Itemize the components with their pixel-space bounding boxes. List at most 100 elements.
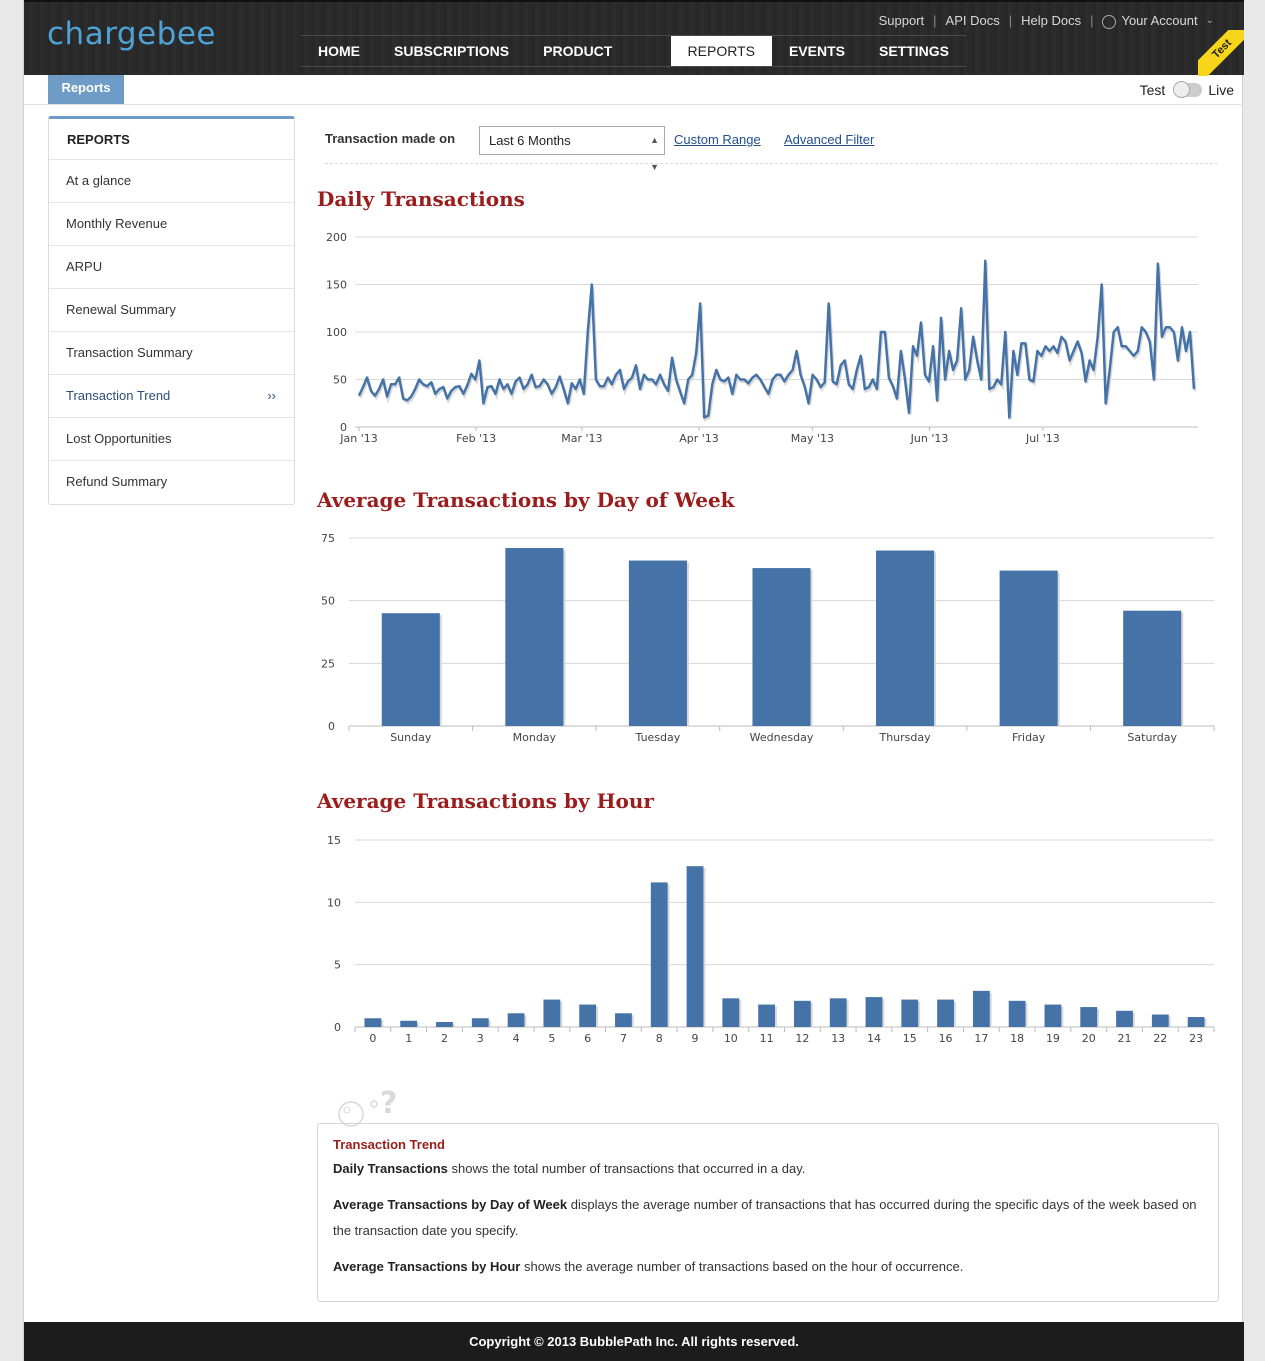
x-tick-label: Apr '13 [679, 432, 719, 445]
x-tick-label: Monday [513, 731, 557, 744]
bar [436, 1022, 453, 1027]
x-tick-label: 18 [1010, 1032, 1024, 1045]
y-tick-label: 200 [326, 231, 347, 244]
x-tick-label: 12 [795, 1032, 809, 1045]
top-links: Support | API Docs | Help Docs | Your Ac… [879, 13, 1214, 29]
x-tick-label: 17 [974, 1032, 988, 1045]
weekday-chart-title: Average Transactions by Day of Week [317, 488, 735, 512]
x-tick-label: 11 [760, 1032, 774, 1045]
bar [722, 998, 740, 1027]
help-paragraph-hourly: Average Transactions by Hour shows the a… [333, 1254, 1203, 1280]
y-tick-label: 150 [326, 279, 347, 292]
bar [400, 1020, 418, 1027]
support-link[interactable]: Support [879, 13, 925, 28]
x-tick-label: 22 [1153, 1032, 1167, 1045]
nav-settings[interactable]: SETTINGS [862, 36, 966, 66]
bar [999, 570, 1058, 726]
x-tick-label: Friday [1012, 731, 1046, 744]
x-tick-label: Sunday [390, 731, 432, 744]
x-tick-label: 6 [584, 1032, 591, 1045]
your-account-link[interactable]: Your Account [1121, 13, 1197, 28]
x-tick-label: 23 [1189, 1032, 1203, 1045]
sidebar-item-at-a-glance[interactable]: At a glance [49, 160, 294, 203]
sidebar-item-refund-summary[interactable]: Refund Summary [49, 461, 294, 504]
x-tick-label: 2 [441, 1032, 448, 1045]
help-text: shows the total number of transactions t… [447, 1161, 806, 1176]
nav-reports[interactable]: REPORTS [670, 36, 772, 66]
y-tick-label: 50 [333, 374, 347, 387]
bar [1044, 1004, 1062, 1027]
live-mode-label: Live [1208, 82, 1234, 98]
bar [793, 1000, 811, 1027]
x-tick-label: Jul '13 [1025, 432, 1060, 445]
advanced-filter-link[interactable]: Advanced Filter [784, 132, 874, 147]
help-term: Daily Transactions [333, 1161, 448, 1176]
bar [686, 866, 704, 1027]
bar [543, 999, 561, 1027]
bar [628, 560, 687, 726]
nav-product-config[interactable]: PRODUCT CONFIG [526, 36, 670, 89]
x-tick-label: Jun '13 [910, 432, 949, 445]
nav-events[interactable]: EVENTS [772, 36, 862, 66]
x-tick-label: Saturday [1127, 731, 1177, 744]
top-header: chargebee Support | API Docs | Help Docs… [24, 0, 1244, 89]
custom-range-link[interactable]: Custom Range [674, 132, 761, 147]
x-tick-label: 14 [867, 1032, 881, 1045]
bar [381, 613, 440, 726]
chargebee-logo[interactable]: chargebee [47, 16, 216, 52]
bar [876, 550, 935, 726]
daily-transactions-title: Daily Transactions [317, 187, 525, 211]
bar [865, 997, 883, 1027]
y-tick-label: 10 [327, 896, 341, 909]
x-tick-label: 8 [656, 1032, 663, 1045]
bar [1151, 1014, 1169, 1027]
help-term: Average Transactions by Day of Week [333, 1197, 568, 1212]
y-tick-label: 75 [321, 532, 335, 545]
help-term: Average Transactions by Hour [333, 1259, 521, 1274]
help-paragraph-daily: Daily Transactions shows the total numbe… [333, 1156, 1203, 1182]
app-frame: chargebee Support | API Docs | Help Docs… [23, 0, 1244, 1361]
x-tick-label: Mar '13 [561, 432, 602, 445]
y-tick-label: 0 [328, 720, 335, 733]
x-tick-label: 19 [1046, 1032, 1060, 1045]
separator: | [933, 13, 937, 28]
test-ribbon-label: Test [1198, 30, 1244, 76]
y-tick-label: 15 [327, 834, 341, 847]
x-tick-label: 16 [939, 1032, 953, 1045]
test-mode-ribbon: Test [1198, 30, 1244, 76]
help-heading: Transaction Trend [333, 1137, 445, 1152]
bar [364, 1018, 382, 1027]
bar [1123, 610, 1182, 726]
x-tick-label: Thursday [878, 731, 931, 744]
bar [901, 999, 919, 1027]
x-tick-label: 7 [620, 1032, 627, 1045]
separator: | [1090, 13, 1094, 28]
x-tick-label: Feb '13 [456, 432, 496, 445]
date-range-select[interactable]: Last 6 Months ▲ ▼ [479, 126, 665, 172]
nav-subscriptions[interactable]: SUBSCRIPTIONS [377, 36, 526, 66]
x-tick-label: Tuesday [635, 731, 681, 744]
user-icon [1102, 14, 1117, 29]
y-tick-label: 100 [326, 326, 347, 339]
hourly-transactions-chart: 0510150 1 2 3 4 5 6 7 8 9 10 11 12 13 14 15 16 17 18 19 20 21… [327, 834, 1215, 1045]
x-tick-label: 21 [1118, 1032, 1132, 1045]
mode-toggle: Test Live [1139, 81, 1234, 98]
api-docs-link[interactable]: API Docs [946, 13, 1000, 28]
test-mode-label: Test [1139, 82, 1166, 98]
bar [471, 1018, 489, 1027]
y-tick-label: 0 [334, 1021, 341, 1034]
date-range-value: Last 6 Months [489, 133, 571, 148]
separator: | [1008, 13, 1013, 28]
bar [579, 1004, 597, 1027]
bar [1187, 1017, 1205, 1027]
nav-home[interactable]: HOME [301, 36, 377, 66]
sidebar-heading: REPORTS [49, 119, 294, 160]
test-live-switch[interactable] [1173, 81, 1203, 98]
x-tick-label: 4 [513, 1032, 520, 1045]
hourly-chart-title: Average Transactions by Hour [317, 789, 654, 813]
help-docs-link[interactable]: Help Docs [1021, 13, 1081, 28]
chevron-down-icon[interactable]: ⌄ [1206, 15, 1214, 26]
weekday-transactions-chart: 0 25 50 75 Sunday Monday Tuesday Wednesday Thurs… [321, 532, 1215, 744]
bar [1080, 1007, 1098, 1027]
reports-tab[interactable]: Reports [48, 75, 124, 104]
